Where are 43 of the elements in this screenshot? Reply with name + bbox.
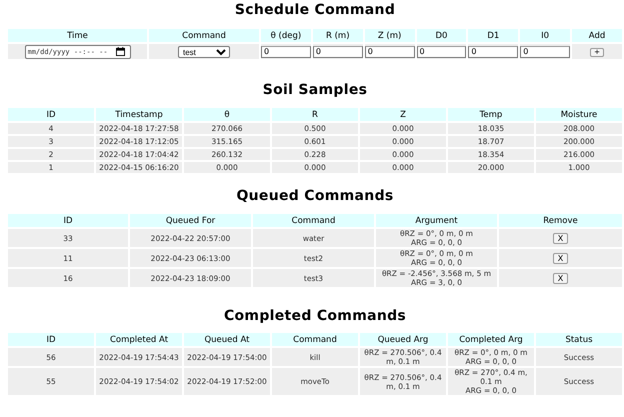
column-header: Command: [149, 29, 259, 42]
column-header: Completed Arg: [448, 333, 534, 346]
column-header: Temp: [448, 108, 534, 121]
section-title: Schedule Command: [234, 1, 396, 19]
section-title: Soil Samples: [262, 81, 368, 99]
column-header: Timestamp: [96, 108, 182, 121]
column-header: R: [272, 108, 358, 121]
remove-button[interactable]: X: [552, 252, 568, 264]
column-header: θ (deg): [261, 29, 311, 42]
calendar-icon[interactable]: [116, 47, 124, 56]
remove-button[interactable]: X: [552, 272, 568, 284]
remove-button[interactable]: X: [552, 232, 568, 244]
column-header: Moisture: [536, 108, 622, 121]
number-field[interactable]: 0: [261, 46, 311, 58]
column-header: Queued At: [184, 333, 270, 346]
column-header: I0: [520, 29, 570, 42]
column-header: Z (m): [364, 29, 415, 42]
section-title: Completed Commands: [222, 307, 408, 325]
column-header: Completed At: [96, 333, 182, 346]
column-header: Status: [536, 333, 622, 346]
column-header: Z: [360, 108, 446, 121]
number-field[interactable]: 0: [416, 46, 466, 58]
column-header: D1: [468, 29, 518, 42]
number-field[interactable]: 0: [364, 46, 415, 58]
column-header: Argument: [376, 214, 497, 227]
column-header: Queued For: [130, 214, 251, 227]
number-field[interactable]: 0: [520, 46, 570, 58]
column-header: ID: [8, 333, 94, 346]
column-header: Remove: [499, 214, 622, 227]
column-header: θ: [184, 108, 270, 121]
section-title: Queued Commands: [235, 187, 395, 205]
column-header: Command: [272, 333, 358, 346]
column-header: Add: [572, 29, 622, 42]
column-header: Time: [8, 29, 147, 42]
column-header: Command: [253, 214, 374, 227]
column-header: D0: [416, 29, 466, 42]
column-header: R (m): [312, 29, 363, 42]
number-field[interactable]: 0: [312, 46, 363, 58]
column-header: ID: [8, 214, 128, 227]
command-dropdown[interactable]: test: [178, 46, 230, 58]
column-header: Queued Arg: [360, 333, 446, 346]
column-header: ID: [8, 108, 94, 121]
number-field[interactable]: 0: [468, 46, 518, 58]
